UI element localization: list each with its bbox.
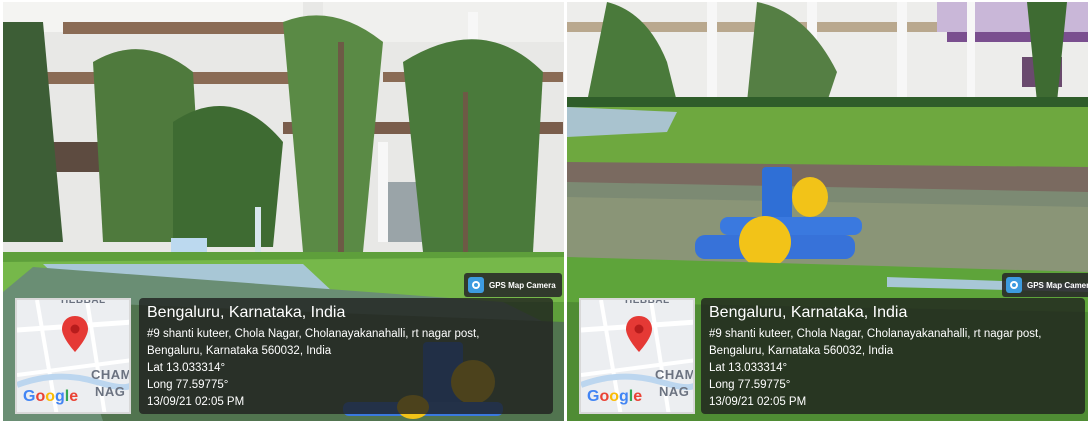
address-line-2: Bengaluru, Karnataka 560032, India: [147, 345, 332, 357]
location-pin-icon: [626, 316, 652, 352]
location-title: Bengaluru, Karnataka, India: [709, 304, 908, 321]
latitude: Lat 13.033314°: [709, 362, 788, 374]
datetime: 13/09/21 02:05 PM: [147, 396, 245, 408]
photo-right: GPS Map Camera HEBBAL CHAM NAG Google Be…: [567, 2, 1088, 421]
map-thumbnail: HEBBAL CHAM NAG Google: [15, 298, 131, 414]
map-label-hebbal: HEBBAL: [625, 298, 670, 306]
location-info-panel: Bengaluru, Karnataka, India #9 shanti ku…: [139, 298, 553, 414]
map-label-cham: CHAM: [91, 367, 131, 382]
map-label-nag: NAG: [95, 384, 126, 399]
map-label-cham: CHAM: [655, 367, 695, 382]
google-logo: Google: [587, 388, 643, 405]
location-title: Bengaluru, Karnataka, India: [147, 304, 346, 321]
datetime: 13/09/21 02:05 PM: [709, 396, 807, 408]
gps-badge-label: GPS Map Camera: [1027, 280, 1088, 290]
longitude: Long 77.59775°: [147, 379, 229, 391]
latitude: Lat 13.033314°: [147, 362, 226, 374]
gps-map-camera-badge: GPS Map Camera: [464, 273, 562, 297]
camera-icon: [1006, 277, 1022, 293]
location-pin-icon: [62, 316, 88, 352]
longitude: Long 77.59775°: [709, 379, 791, 391]
map-label-nag: NAG: [659, 384, 690, 399]
address-line-1: #9 shanti kuteer, Chola Nagar, Cholanaya…: [709, 328, 1042, 340]
google-logo: Google: [23, 388, 79, 405]
address-line-2: Bengaluru, Karnataka 560032, India: [709, 345, 894, 357]
address-line-1: #9 shanti kuteer, Chola Nagar, Cholanaya…: [147, 328, 480, 340]
gps-map-camera-badge: GPS Map Camera: [1002, 273, 1088, 297]
camera-icon: [468, 277, 484, 293]
map-label-hebbal: HEBBAL: [61, 298, 106, 306]
photo-left: GPS Map Camera HEBBAL CHAM NAG Google Be…: [3, 2, 564, 421]
map-thumbnail: HEBBAL CHAM NAG Google: [579, 298, 695, 414]
gps-badge-label: GPS Map Camera: [489, 280, 556, 290]
location-info-panel: Bengaluru, Karnataka, India #9 shanti ku…: [701, 298, 1085, 414]
